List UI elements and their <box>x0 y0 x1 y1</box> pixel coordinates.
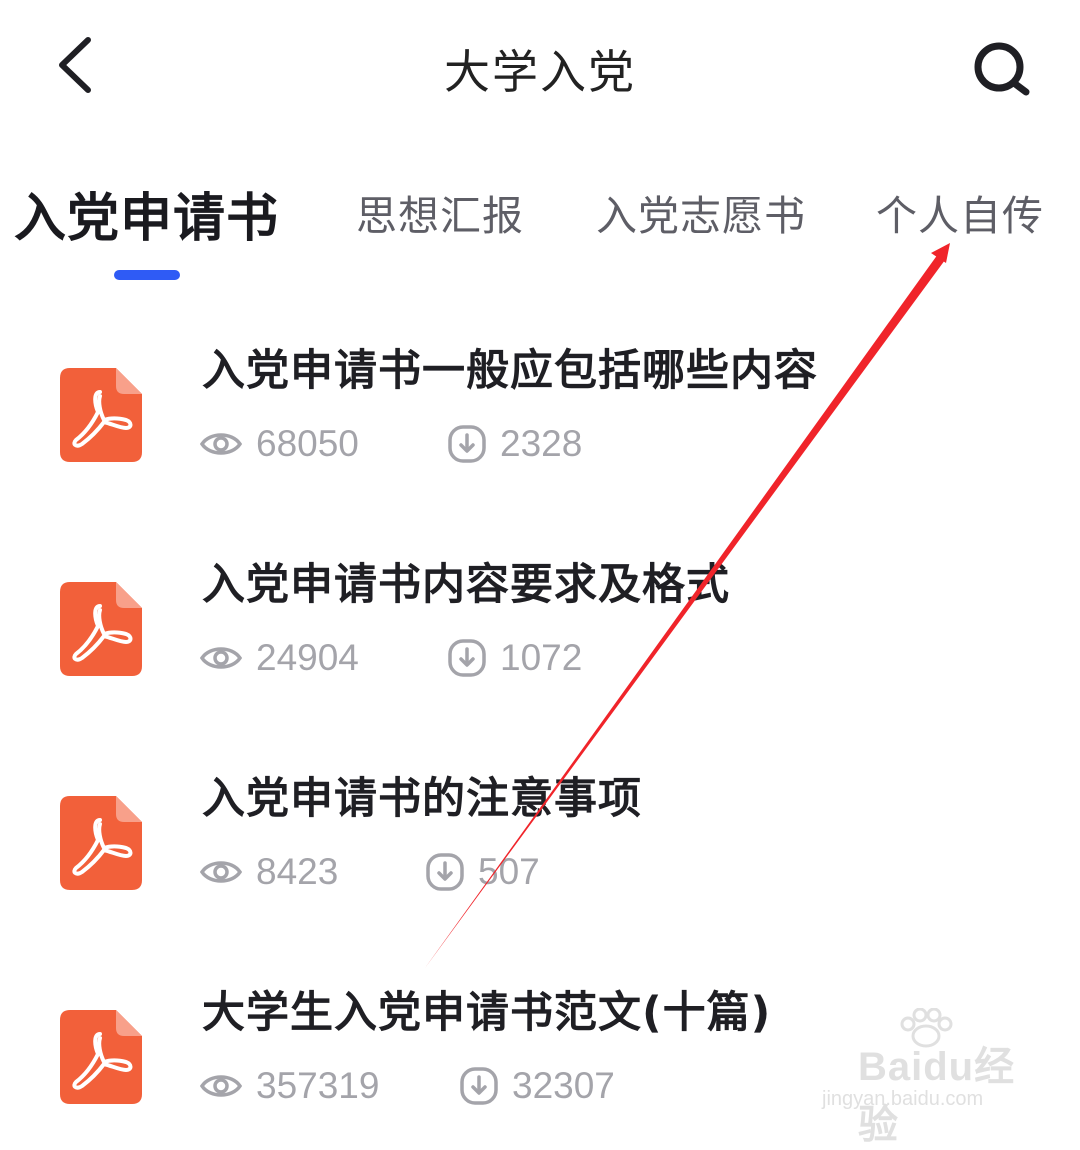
download-count: 507 <box>426 848 540 896</box>
document-list-item[interactable]: 入党申请书一般应包括哪些内容 68050 2328 <box>0 326 1080 506</box>
page-title: 大学入党 <box>444 45 636 99</box>
document-title: 大学生入党申请书范文(十篇) <box>202 988 772 1038</box>
eye-icon <box>200 433 242 455</box>
search-button[interactable] <box>968 36 1034 102</box>
baidu-jingyan-watermark: Baidu经验 jingyan.baidu.com <box>822 1008 1032 1147</box>
view-count-value: 68050 <box>256 423 359 464</box>
active-tab-indicator <box>114 270 180 280</box>
view-count-value: 357319 <box>256 1065 380 1106</box>
download-count: 32307 <box>460 1062 615 1110</box>
tab-application-letter[interactable]: 入党申请书 <box>14 176 279 251</box>
download-count-value: 507 <box>478 851 540 892</box>
pdf-file-icon <box>60 582 142 676</box>
eye-icon <box>200 1075 242 1097</box>
pdf-file-icon <box>60 796 142 890</box>
download-count-value: 1072 <box>500 637 583 678</box>
tab-autobiography[interactable]: 个人自传 <box>876 182 1044 242</box>
download-count-value: 2328 <box>500 423 583 464</box>
search-icon <box>974 42 1030 96</box>
download-count: 1072 <box>448 634 582 682</box>
pdf-file-icon <box>60 368 142 462</box>
document-title: 入党申请书的注意事项 <box>202 774 642 824</box>
view-count: 68050 <box>200 420 359 468</box>
watermark-url: jingyan.baidu.com <box>822 1088 984 1110</box>
tab-thought-report[interactable]: 思想汇报 <box>356 182 524 242</box>
document-title: 入党申请书内容要求及格式 <box>202 560 730 610</box>
download-icon <box>426 853 464 891</box>
category-tabs: 入党申请书 思想汇报 入党志愿书 个人自传 <box>0 170 1080 290</box>
download-count-value: 32307 <box>512 1065 615 1106</box>
document-list-item[interactable]: 入党申请书的注意事项 8423 507 <box>0 754 1080 934</box>
header-bar: 大学入党 <box>0 0 1080 130</box>
eye-icon <box>200 861 242 883</box>
download-icon <box>448 639 486 677</box>
view-count-value: 8423 <box>256 851 339 892</box>
tab-volunteer-letter[interactable]: 入党志愿书 <box>596 182 806 242</box>
document-title: 入党申请书一般应包括哪些内容 <box>202 346 818 396</box>
view-count: 24904 <box>200 634 359 682</box>
view-count-value: 24904 <box>256 637 359 678</box>
download-icon <box>448 425 486 463</box>
download-icon <box>460 1067 498 1105</box>
document-list-item[interactable]: 入党申请书内容要求及格式 24904 1072 <box>0 540 1080 720</box>
eye-icon <box>200 647 242 669</box>
download-count: 2328 <box>448 420 582 468</box>
pdf-file-icon <box>60 1010 142 1104</box>
view-count: 357319 <box>200 1062 379 1110</box>
view-count: 8423 <box>200 848 338 896</box>
